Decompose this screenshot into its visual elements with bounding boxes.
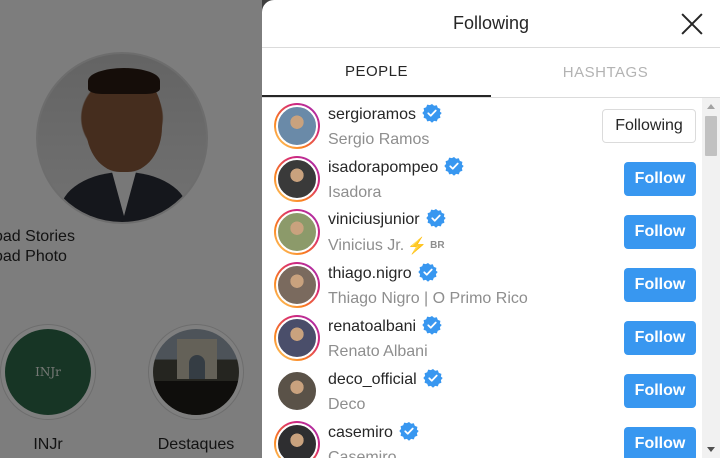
following-list[interactable]: sergioramos Sergio Ramos Following isadorap… xyxy=(262,98,702,458)
lightning-icon: ⚡ xyxy=(407,237,428,255)
modal-header: Following xyxy=(262,0,720,48)
verified-badge-icon xyxy=(425,208,446,233)
list-item[interactable]: renatoalbani Renato Albani Follow xyxy=(262,311,702,364)
modal-title: Following xyxy=(452,13,530,33)
upload-photo-link[interactable]: oad Photo xyxy=(0,248,67,266)
highlight-label-destaques: Destaques xyxy=(157,436,235,453)
full-name: Renato Albani xyxy=(328,342,428,360)
list-item[interactable]: viniciusjunior Vinicius Jr. ⚡ BR Follow xyxy=(262,205,702,258)
username[interactable]: viniciusjunior xyxy=(328,211,420,229)
profile-page-background: oad Stories oad Photo INJr INJr Destaque… xyxy=(0,0,262,458)
scroll-down-arrow-icon[interactable] xyxy=(707,447,715,452)
full-name: Isadora xyxy=(328,183,382,201)
avatar[interactable] xyxy=(274,368,320,414)
close-icon[interactable] xyxy=(678,10,706,38)
follow-button[interactable]: Follow xyxy=(624,161,696,196)
avatar[interactable] xyxy=(274,155,320,202)
verified-badge-icon xyxy=(422,315,442,340)
following-modal: Following PEOPLE HASHTAGS sergioramos Ser… xyxy=(262,0,720,458)
tab-hashtags[interactable]: HASHTAGS xyxy=(491,48,720,97)
avatar[interactable] xyxy=(274,420,320,458)
list-item[interactable]: casemiro Casemiro Follow xyxy=(262,417,702,458)
list-item[interactable]: sergioramos Sergio Ramos Following xyxy=(262,99,702,152)
full-name: Sergio Ramos xyxy=(328,130,430,148)
username[interactable]: isadorapompeo xyxy=(328,159,438,177)
profile-avatar[interactable] xyxy=(36,52,208,224)
full-name: Thiago Nigro | O Primo Rico xyxy=(328,289,528,307)
follow-button[interactable]: Follow xyxy=(624,214,696,249)
avatar[interactable] xyxy=(274,314,320,361)
injr-logo: INJr xyxy=(5,329,91,415)
username[interactable]: renatoalbani xyxy=(328,318,416,336)
avatar[interactable] xyxy=(274,102,320,149)
username[interactable]: casemiro xyxy=(328,424,393,442)
tab-people[interactable]: PEOPLE xyxy=(262,48,491,97)
username[interactable]: deco_official xyxy=(328,371,417,389)
tab-bar: PEOPLE HASHTAGS xyxy=(262,48,720,98)
follow-button[interactable]: Follow xyxy=(624,320,696,355)
scrollbar[interactable] xyxy=(702,98,720,458)
follow-button[interactable]: Follow xyxy=(624,373,696,408)
scrollbar-thumb[interactable] xyxy=(705,116,717,156)
verified-badge-icon xyxy=(422,368,443,393)
list-item[interactable]: deco_official Deco Follow xyxy=(262,364,702,417)
scroll-up-arrow-icon[interactable] xyxy=(707,104,715,109)
full-name: Deco xyxy=(328,395,366,413)
list-item[interactable]: thiago.nigro Thiago Nigro | O Primo Rico F… xyxy=(262,258,702,311)
highlight-destaques[interactable] xyxy=(148,324,244,420)
name-badge: BR xyxy=(430,240,445,251)
list-item[interactable]: isadorapompeo Isadora Follow xyxy=(262,152,702,205)
following-button[interactable]: Following xyxy=(602,108,696,143)
full-name: Vinicius Jr. xyxy=(328,236,405,254)
verified-badge-icon xyxy=(422,103,442,128)
verified-badge-icon xyxy=(444,156,464,181)
follow-button[interactable]: Follow xyxy=(624,267,696,302)
verified-badge-icon xyxy=(417,262,438,287)
upload-stories-link[interactable]: oad Stories xyxy=(0,228,75,246)
highlight-injr[interactable]: INJr xyxy=(0,324,96,420)
highlight-label-injr: INJr xyxy=(33,436,63,453)
avatar[interactable] xyxy=(274,208,320,255)
full-name: Casemiro xyxy=(328,448,397,458)
follow-button[interactable]: Follow xyxy=(624,426,696,458)
username[interactable]: thiago.nigro xyxy=(328,265,412,283)
avatar[interactable] xyxy=(274,261,320,308)
verified-badge-icon xyxy=(399,421,419,446)
username[interactable]: sergioramos xyxy=(328,106,416,124)
